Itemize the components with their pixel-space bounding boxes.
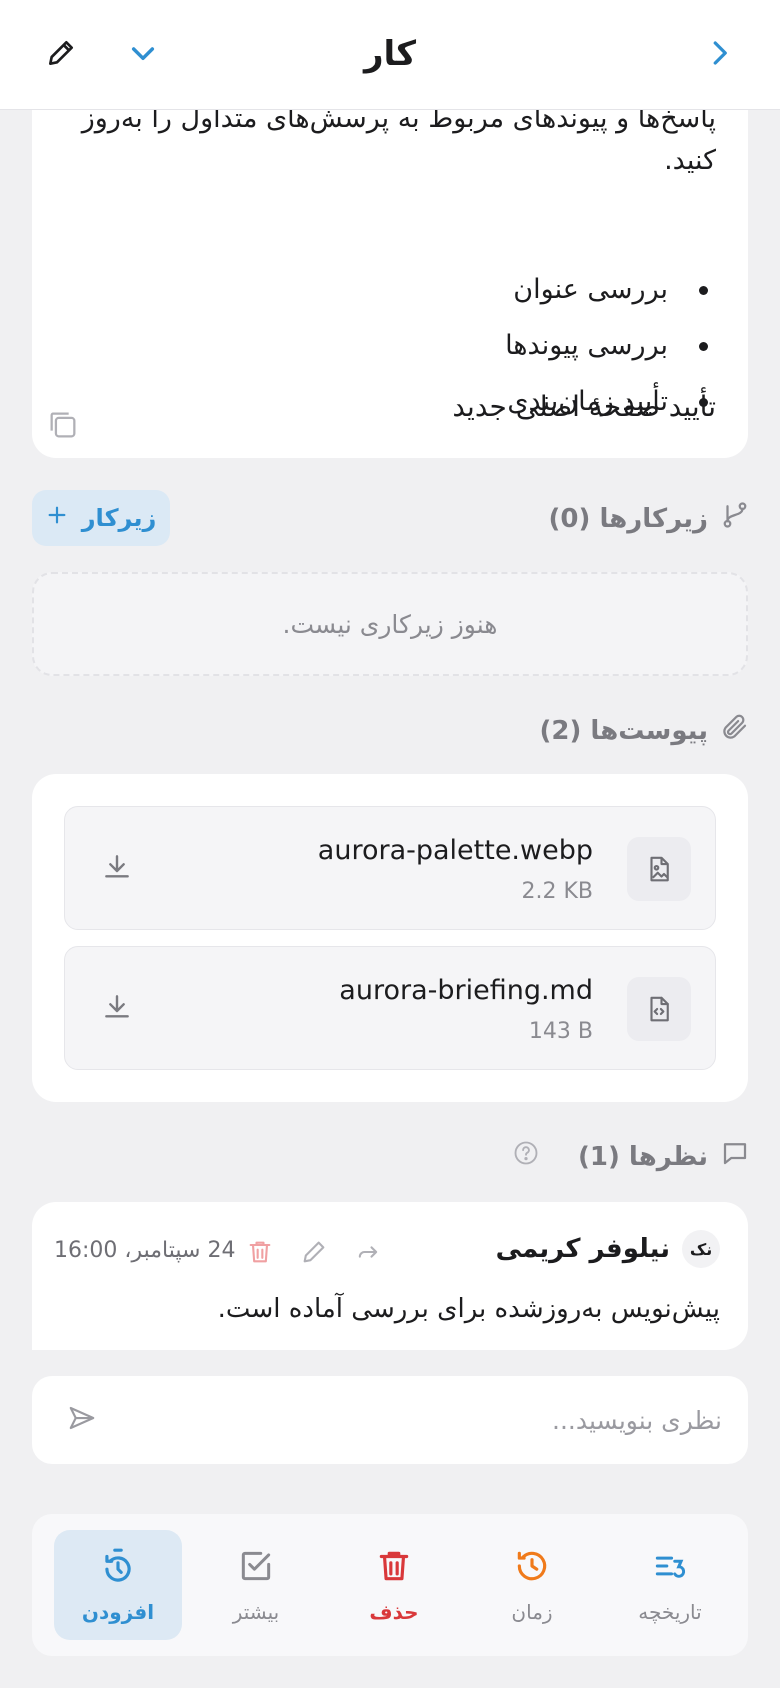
comment-body: پیش‌نویس به‌روزشده برای بررسی آماده است.	[217, 1294, 720, 1324]
history-button[interactable]: تاریخچه	[606, 1530, 734, 1640]
comment-header: نک نیلوفر کریمی	[496, 1230, 720, 1268]
avatar: نک	[682, 1230, 720, 1268]
more-button[interactable]: بیشتر	[192, 1530, 320, 1640]
description-footer: تأیید صفحهٔ اصلی جدید	[452, 390, 716, 423]
bottom-toolbar: تاریخچه زمان حذف بیشتر افزودن	[32, 1514, 748, 1656]
paperclip-icon	[720, 712, 750, 749]
attachment-row[interactable]: aurora-palette.webp 2.2 KB	[64, 806, 716, 930]
comment-input[interactable]	[162, 1376, 722, 1464]
checkbox-icon	[237, 1547, 275, 1590]
expand-button[interactable]	[118, 30, 168, 80]
history-label: تاریخچه	[638, 1599, 702, 1624]
file-size: 143 B	[528, 1019, 593, 1044]
download-icon[interactable]	[101, 851, 133, 887]
copy-icon[interactable]	[46, 408, 80, 446]
attachments-header: پیوست‌ها (2)	[540, 712, 750, 749]
time-button[interactable]: زمان	[468, 1530, 596, 1640]
trash-icon[interactable]	[246, 1238, 274, 1270]
file-size: 2.2 KB	[521, 879, 594, 904]
top-bar: کار	[0, 0, 780, 110]
comments-title: نظرها (1)	[578, 1141, 708, 1172]
add-button[interactable]: افزودن	[54, 1530, 182, 1640]
clock-history-icon	[513, 1547, 551, 1590]
pencil-icon	[45, 37, 77, 73]
help-icon[interactable]	[512, 1139, 540, 1174]
comment-card: نک نیلوفر کریمی 24 سپتامبر، 16:00 پیش‌نو…	[32, 1202, 748, 1350]
delete-button[interactable]: حذف	[330, 1530, 458, 1640]
trash-icon	[375, 1547, 413, 1590]
attachments-title: پیوست‌ها (2)	[539, 715, 708, 746]
add-label: افزودن	[81, 1599, 155, 1624]
description-text: پاسخ‌ها و پیوندهای مربوط به پرسش‌های متد…	[81, 103, 716, 176]
file-name: aurora-briefing.md	[339, 975, 593, 1006]
reply-icon[interactable]	[354, 1238, 382, 1270]
code-file-icon	[627, 977, 691, 1041]
comment-icon	[720, 1138, 750, 1175]
file-name: aurora-palette.webp	[317, 835, 593, 866]
comment-time: 24 سپتامبر، 16:00	[54, 1238, 236, 1263]
history-list-icon	[651, 1547, 689, 1590]
checklist-item: بررسی عنوان	[64, 262, 716, 318]
description-card: پاسخ‌ها و پیوندهای مربوط به پرسش‌های متد…	[32, 60, 748, 458]
comment-author: نیلوفر کریمی	[495, 1234, 670, 1264]
download-icon[interactable]	[101, 991, 133, 1027]
send-icon	[67, 1403, 97, 1437]
more-label: بیشتر	[232, 1599, 280, 1624]
chevron-down-icon	[127, 37, 159, 73]
branch-icon	[720, 500, 750, 537]
edit-button[interactable]	[36, 30, 86, 80]
send-button[interactable]	[60, 1398, 104, 1442]
page-title: کار	[363, 34, 417, 74]
image-file-icon	[627, 837, 691, 901]
timer-add-icon	[99, 1547, 137, 1590]
attachments-card: aurora-palette.webp 2.2 KB aurora-briefi…	[32, 774, 748, 1102]
add-subtask-button[interactable]: زیرکار	[32, 490, 170, 546]
subtasks-empty-state: هنوز زیرکاری نیست.	[32, 572, 748, 676]
checklist-item: بررسی پیوندها	[64, 318, 716, 374]
subtasks-title: زیرکارها (0)	[548, 503, 708, 534]
add-subtask-label: زیرکار	[81, 504, 157, 532]
subtasks-header: زیرکارها (0)	[549, 500, 750, 537]
comments-header: نظرها (1)	[512, 1138, 750, 1175]
attachment-row[interactable]: aurora-briefing.md 143 B	[64, 946, 716, 1070]
plus-icon	[46, 504, 68, 532]
delete-label: حذف	[369, 1599, 419, 1624]
comment-actions	[246, 1238, 382, 1270]
comment-composer	[32, 1376, 748, 1464]
pencil-icon[interactable]	[300, 1238, 328, 1270]
time-label: زمان	[511, 1599, 553, 1624]
